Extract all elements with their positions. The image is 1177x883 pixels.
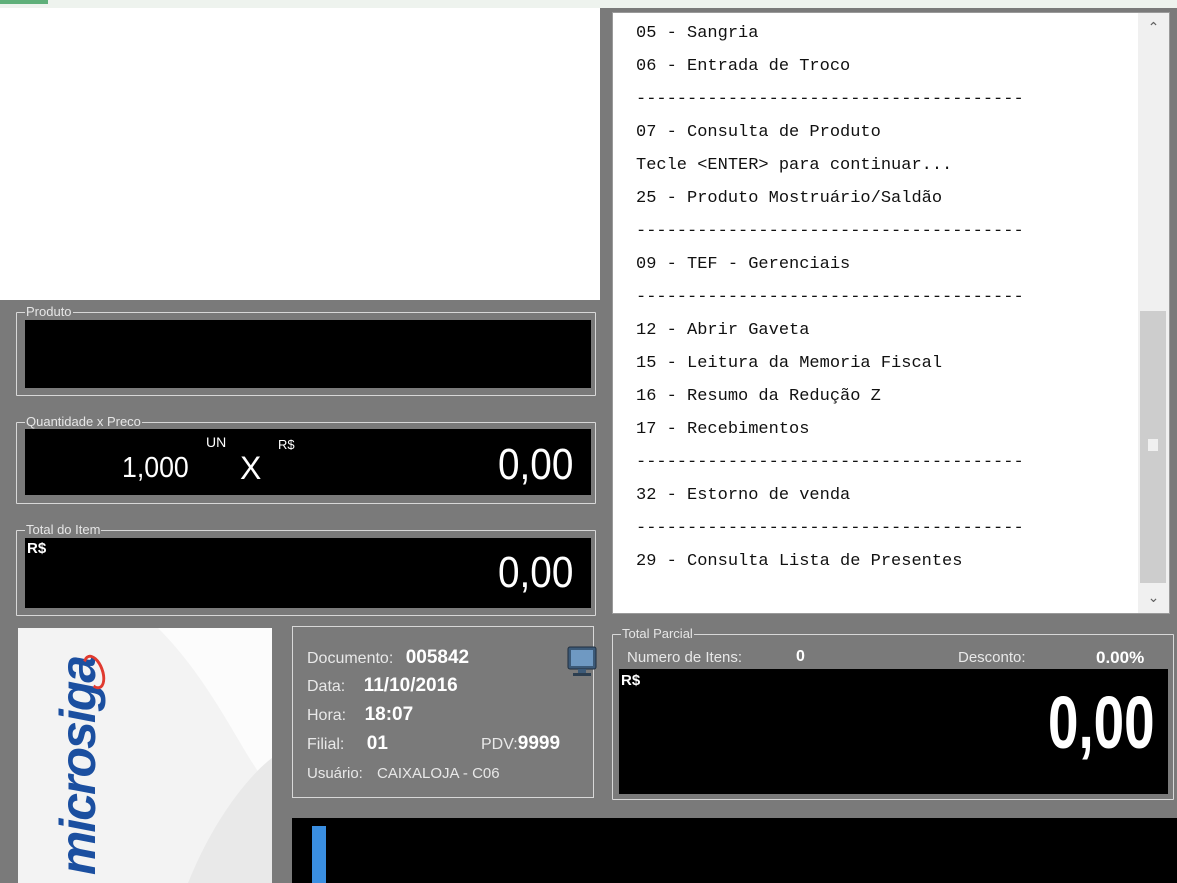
menu-item[interactable]: -------------------------------------- (636, 446, 1136, 479)
pdv-label: PDV: (481, 736, 518, 753)
monitor-icon[interactable] (567, 645, 597, 677)
hora-label: Hora: (307, 707, 347, 724)
data-row: Data: 11/10/2016 (307, 675, 458, 697)
menu-item[interactable]: 15 - Leitura da Memoria Fiscal (636, 347, 1136, 380)
hora-value: 18:07 (364, 704, 414, 725)
filial-value: 01 (366, 733, 388, 754)
microsiga-logo-panel: microsiga (18, 628, 272, 883)
menu-item[interactable]: 32 - Estorno de venda (636, 479, 1136, 512)
total-parcial-legend: Total Parcial (622, 626, 693, 641)
desconto-label: Desconto: (958, 649, 1026, 666)
menu-list: 05 - Sangria 06 - Entrada de Troco -------… (636, 17, 1136, 578)
pdv-row: PDV:9999 (481, 733, 560, 755)
usuario-label: Usuário: (307, 765, 363, 782)
menu-item[interactable]: -------------------------------------- (636, 83, 1136, 116)
desconto-value: 0.00% (1096, 648, 1145, 667)
numero-itens-value: 0 (796, 648, 805, 665)
menu-item[interactable]: -------------------------------------- (636, 215, 1136, 248)
usuario-row: Usuário: CAIXALOJA - C06 (307, 765, 500, 782)
price-currency: R$ (278, 437, 295, 452)
total-parcial-value: 0,00 (1048, 681, 1155, 764)
total-item-value: 0,00 (498, 548, 574, 597)
menu-item[interactable]: -------------------------------------- (636, 512, 1136, 545)
produto-legend: Produto (26, 304, 72, 319)
status-bar (292, 818, 1177, 883)
scroll-grip (1148, 439, 1158, 451)
total-item-currency: R$ (27, 540, 47, 557)
documento-row: Documento: 005842 (307, 647, 469, 669)
hora-row: Hora: 18:07 (307, 704, 413, 726)
product-image-area (0, 8, 600, 300)
times-symbol: X (240, 450, 262, 486)
total-item-legend: Total do Item (26, 522, 101, 537)
quantidade-preco-legend: Quantidade x Preco (26, 414, 141, 429)
status-indicator (312, 826, 326, 883)
pdv-value: 9999 (517, 733, 561, 754)
chevron-up-icon: ⌃ (1147, 20, 1160, 36)
scroll-down-button[interactable]: ⌄ (1138, 583, 1169, 613)
menu-item[interactable]: 12 - Abrir Gaveta (636, 314, 1136, 347)
filial-label: Filial: (307, 736, 345, 753)
numero-itens-label: Numero de Itens: (627, 649, 743, 666)
menu-item[interactable]: Tecle <ENTER> para continuar... (636, 149, 1136, 182)
menu-panel[interactable]: 05 - Sangria 06 - Entrada de Troco -------… (612, 12, 1170, 614)
menu-scrollbar[interactable]: ⌃ ⌄ (1138, 13, 1169, 613)
price-value: 0,00 (498, 440, 574, 489)
usuario-value: CAIXALOJA - C06 (377, 765, 500, 782)
microsiga-logo: microsiga (48, 648, 110, 878)
top-accent (0, 0, 48, 4)
menu-item[interactable]: -------------------------------------- (636, 281, 1136, 314)
menu-item[interactable]: 05 - Sangria (636, 17, 1136, 50)
data-value: 11/10/2016 (363, 675, 458, 696)
unit-label: UN (206, 434, 227, 450)
menu-item[interactable]: 07 - Consulta de Produto (636, 116, 1136, 149)
scroll-thumb[interactable] (1140, 311, 1166, 583)
menu-item[interactable]: 16 - Resumo da Redução Z (636, 380, 1136, 413)
menu-item[interactable]: 09 - TEF - Gerenciais (636, 248, 1136, 281)
menu-item[interactable]: 17 - Recebimentos (636, 413, 1136, 446)
documento-label: Documento: (307, 650, 394, 667)
top-strip (0, 0, 1177, 8)
menu-item[interactable]: 25 - Produto Mostruário/Saldão (636, 182, 1136, 215)
total-parcial-currency: R$ (621, 672, 641, 689)
menu-item[interactable]: 06 - Entrada de Troco (636, 50, 1136, 83)
filial-row: Filial: 01 (307, 733, 388, 755)
chevron-down-icon: ⌄ (1147, 590, 1160, 606)
documento-value: 005842 (405, 647, 470, 668)
data-label: Data: (307, 678, 346, 695)
quantity-value: 1,000 (122, 452, 189, 484)
menu-item[interactable]: 29 - Consulta Lista de Presentes (636, 545, 1136, 578)
document-info-panel: Documento: 005842 Data: 11/10/2016 Hora:… (292, 626, 597, 798)
produto-display (25, 320, 591, 388)
scroll-up-button[interactable]: ⌃ (1138, 13, 1169, 43)
